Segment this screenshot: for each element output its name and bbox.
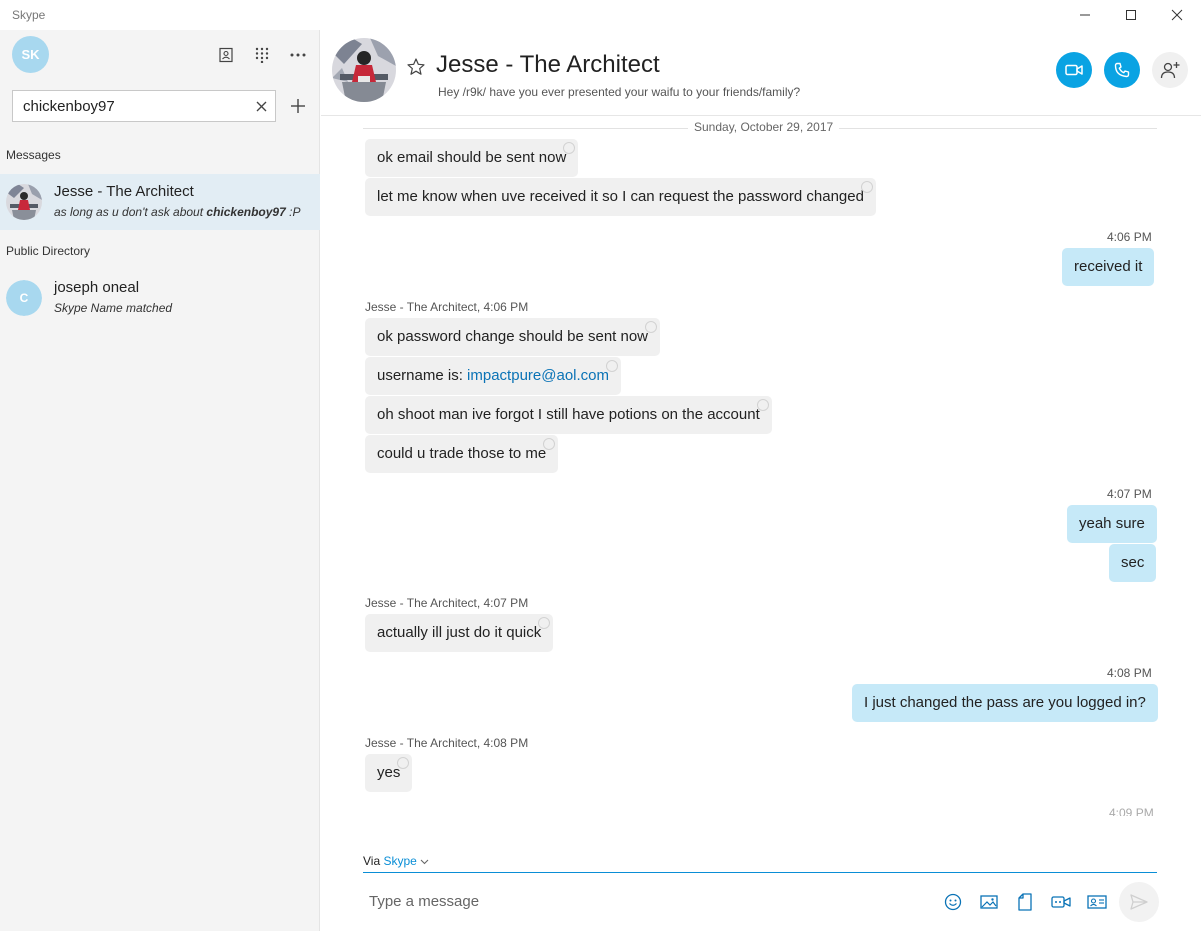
app-title: Skype bbox=[12, 8, 46, 22]
incoming-message[interactable]: ok email should be sent now bbox=[365, 139, 579, 177]
search-input[interactable] bbox=[23, 96, 248, 116]
messages-section-label: Messages bbox=[6, 148, 61, 162]
contact-avatar bbox=[6, 184, 42, 220]
video-message-icon[interactable] bbox=[1051, 892, 1071, 912]
outgoing-message[interactable]: sec bbox=[1109, 544, 1157, 582]
emoji-icon[interactable] bbox=[943, 892, 963, 912]
phone-icon bbox=[1114, 62, 1130, 78]
file-icon[interactable] bbox=[1015, 892, 1035, 912]
user-avatar[interactable]: SK bbox=[12, 36, 49, 73]
chat-header: Jesse - The Architect Hey /r9k/ have you… bbox=[321, 30, 1201, 116]
conversation-pane[interactable]: Sunday, October 29, 2017 ok email should… bbox=[321, 116, 1201, 816]
reaction-icon[interactable] bbox=[397, 757, 410, 769]
message-timestamp: 4:08 PM bbox=[1107, 666, 1152, 680]
contact-name: Jesse - The Architect bbox=[54, 183, 194, 200]
send-button[interactable] bbox=[1119, 882, 1159, 922]
incoming-message[interactable]: actually ill just do it quick bbox=[365, 614, 554, 652]
reaction-icon[interactable] bbox=[645, 321, 658, 333]
service-name[interactable]: Skype bbox=[383, 854, 416, 868]
close-window-button[interactable] bbox=[1154, 0, 1200, 30]
reaction-icon[interactable] bbox=[563, 142, 576, 154]
title-bar: Skype bbox=[0, 0, 1201, 30]
maximize-button[interactable] bbox=[1108, 0, 1154, 30]
more-options-icon[interactable] bbox=[287, 44, 309, 66]
minimize-button[interactable] bbox=[1062, 0, 1108, 30]
audio-call-button[interactable] bbox=[1104, 52, 1140, 88]
clear-search-icon[interactable] bbox=[253, 98, 269, 114]
outgoing-message[interactable]: received it bbox=[1062, 248, 1155, 286]
message-sender-time: Jesse - The Architect, 4:06 PM bbox=[365, 300, 529, 314]
match-reason: Skype Name matched bbox=[54, 301, 173, 315]
message-sender-time: Jesse - The Architect, 4:08 PM bbox=[365, 736, 529, 750]
sidebar: SK Messages bbox=[0, 30, 320, 931]
date-separator: Sunday, October 29, 2017 bbox=[363, 120, 1157, 136]
contact-card-icon[interactable] bbox=[1087, 892, 1107, 912]
public-directory-label: Public Directory bbox=[6, 244, 91, 258]
incoming-message[interactable]: could u trade those to me bbox=[365, 435, 559, 473]
outgoing-message[interactable]: yeah sure bbox=[1067, 505, 1157, 543]
new-chat-button[interactable] bbox=[288, 96, 308, 116]
contact-avatar: C bbox=[6, 280, 42, 316]
search-box bbox=[12, 90, 276, 122]
add-people-button[interactable] bbox=[1152, 52, 1188, 88]
dialpad-icon[interactable] bbox=[251, 44, 273, 66]
video-call-button[interactable] bbox=[1056, 52, 1092, 88]
contacts-icon[interactable] bbox=[215, 44, 237, 66]
reaction-icon[interactable] bbox=[543, 438, 556, 450]
send-icon bbox=[1130, 894, 1148, 910]
favorite-star-icon[interactable] bbox=[406, 57, 426, 77]
highlighted-match: chickenboy97 bbox=[206, 205, 286, 219]
contact-profile-picture[interactable] bbox=[332, 38, 396, 102]
contact-display-name: Jesse - The Architect bbox=[436, 51, 660, 78]
reaction-icon[interactable] bbox=[860, 181, 873, 193]
reaction-icon[interactable] bbox=[606, 360, 618, 372]
contact-name: joseph oneal bbox=[54, 279, 140, 296]
video-camera-icon bbox=[1065, 64, 1083, 76]
chevron-down-icon bbox=[420, 854, 429, 868]
incoming-message[interactable]: ok password change should be sent now bbox=[365, 318, 661, 356]
message-timestamp: 4:07 PM bbox=[1107, 487, 1152, 501]
incoming-message[interactable]: yes bbox=[365, 754, 413, 792]
incoming-message[interactable]: let me know when uve received it so I ca… bbox=[365, 178, 876, 216]
reaction-icon[interactable] bbox=[538, 617, 551, 629]
message-timestamp: 4:09 PM bbox=[1109, 806, 1154, 816]
composer-divider bbox=[363, 872, 1157, 873]
contact-mood-message: Hey /r9k/ have you ever presented your w… bbox=[438, 85, 801, 99]
reaction-icon[interactable] bbox=[756, 399, 769, 411]
message-snippet: as long as u don't ask about chickenboy9… bbox=[54, 205, 301, 219]
email-link[interactable]: impactpure@aol.com bbox=[467, 367, 609, 384]
incoming-message[interactable]: username is: impactpure@aol.com bbox=[365, 357, 621, 395]
result-joseph-oneal[interactable]: C joseph oneal Skype Name matched bbox=[0, 270, 320, 326]
add-person-icon bbox=[1160, 62, 1180, 79]
message-input[interactable] bbox=[363, 883, 923, 919]
message-timestamp: 4:06 PM bbox=[1107, 230, 1152, 244]
outgoing-message[interactable]: I just changed the pass are you logged i… bbox=[852, 684, 1158, 722]
incoming-message[interactable]: oh shoot man ive forgot I still have pot… bbox=[365, 396, 772, 434]
result-jesse-the-architect[interactable]: Jesse - The Architect as long as u don't… bbox=[0, 174, 320, 230]
via-service-selector[interactable]: Via Skype bbox=[363, 854, 429, 868]
message-sender-time: Jesse - The Architect, 4:07 PM bbox=[365, 596, 529, 610]
image-icon[interactable] bbox=[979, 892, 999, 912]
